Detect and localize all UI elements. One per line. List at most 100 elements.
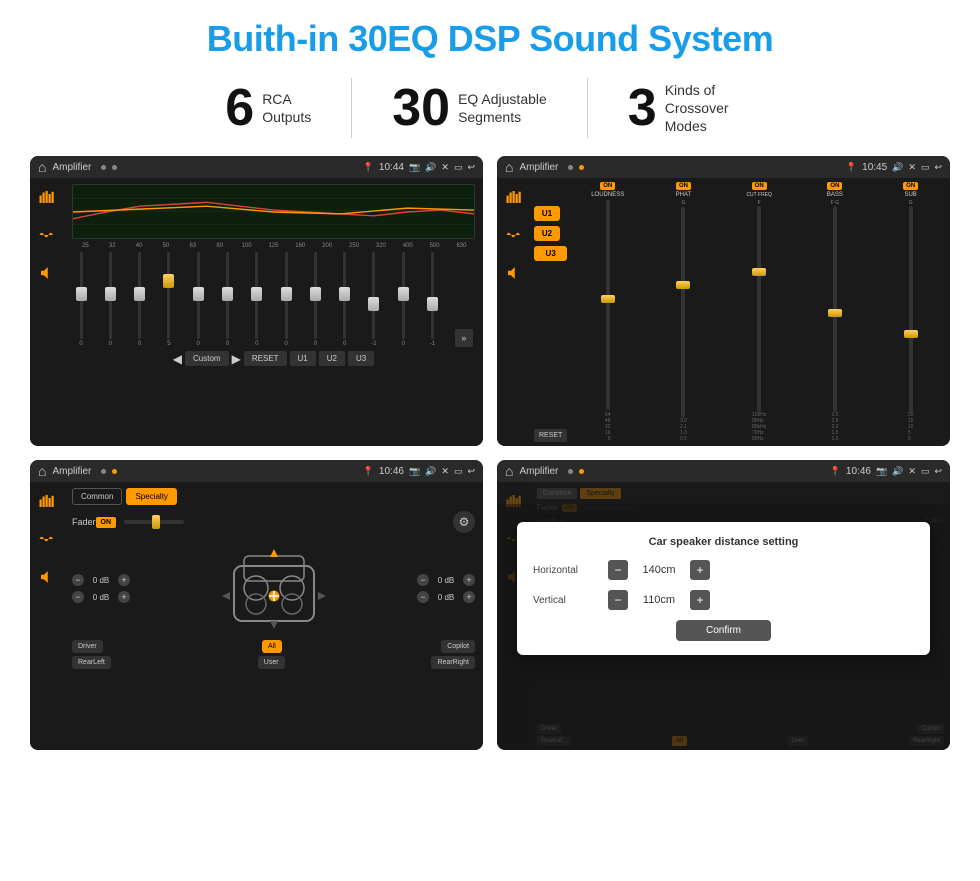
freq-50: 50 <box>153 243 180 249</box>
eq-slider-8[interactable]: 0 <box>308 252 322 347</box>
home-icon-3[interactable]: ⌂ <box>38 463 46 479</box>
wave-icon-3[interactable] <box>36 528 58 550</box>
loudness-slider[interactable] <box>606 200 610 410</box>
fl-plus[interactable]: + <box>118 574 130 586</box>
fl-minus[interactable]: − <box>72 574 84 586</box>
preset-u1[interactable]: U1 <box>534 206 560 221</box>
btn-rearleft[interactable]: RearLeft <box>72 656 111 669</box>
wave-icon[interactable] <box>36 224 58 246</box>
dot-4b <box>579 469 584 474</box>
home-icon-4[interactable]: ⌂ <box>505 463 513 479</box>
dot-1b <box>112 165 117 170</box>
eq-slider-5[interactable]: 0 <box>220 252 234 347</box>
sub-on[interactable]: ON <box>903 182 918 190</box>
tab-common-3[interactable]: Common <box>72 488 122 505</box>
eq-icon[interactable] <box>36 186 58 208</box>
channel-phat: ON PHAT G 3.02.11.30.5 <box>647 182 720 442</box>
eq-slider-6[interactable]: 0 <box>250 252 264 347</box>
eq-u1-button[interactable]: U1 <box>290 351 316 366</box>
eq-more-button[interactable]: » <box>455 329 473 347</box>
cutfreq-scale: 100Hz90Hz80kHz70Hz60Hz <box>752 412 766 442</box>
vol-icon-3: 🔊 <box>425 466 436 477</box>
sub-slider[interactable] <box>909 206 913 412</box>
eq-slider-12[interactable]: -1 <box>426 252 440 347</box>
loudness-on[interactable]: ON <box>600 182 615 190</box>
amplifier-title-4: Amplifier <box>519 466 558 477</box>
back-icon-1: ↩ <box>467 162 475 173</box>
rr-minus[interactable]: − <box>417 591 429 603</box>
eq-slider-10[interactable]: -1 <box>367 252 381 347</box>
confirm-button[interactable]: Confirm <box>676 620 771 641</box>
horizontal-plus[interactable]: + <box>690 560 710 580</box>
preset-u2[interactable]: U2 <box>534 226 560 241</box>
reset-btn-2[interactable]: RESET <box>534 429 567 442</box>
stat-eq: 30 EQ AdjustableSegments <box>352 82 587 134</box>
rl-minus[interactable]: − <box>72 591 84 603</box>
eq-icon-3[interactable] <box>36 490 58 512</box>
home-icon-2[interactable]: ⌂ <box>505 159 513 175</box>
eq-slider-11[interactable]: 0 <box>396 252 410 347</box>
fr-plus[interactable]: + <box>463 574 475 586</box>
close-icon-1: ✕ <box>441 162 449 173</box>
phat-on[interactable]: ON <box>676 182 691 190</box>
fr-minus[interactable]: − <box>417 574 429 586</box>
wave-icon-2[interactable] <box>503 224 525 246</box>
vertical-plus[interactable]: + <box>690 590 710 610</box>
eq-u2-button[interactable]: U2 <box>319 351 345 366</box>
time-2: 10:45 <box>862 162 887 173</box>
eq-slider-9[interactable]: 0 <box>338 252 352 347</box>
btn-driver[interactable]: Driver <box>72 640 103 653</box>
eq-slider-0[interactable]: 0 <box>74 252 88 347</box>
statusbar-2: ⌂ Amplifier 📍 10:45 🔊 ✕ ▭ ↩ <box>497 156 950 178</box>
eq-slider-1[interactable]: 0 <box>103 252 117 347</box>
eq-slider-4[interactable]: 0 <box>191 252 205 347</box>
phat-slider[interactable] <box>681 207 685 418</box>
channel-sub: ON SUB G 20151050 <box>874 182 947 442</box>
cutfreq-slider[interactable] <box>757 206 761 412</box>
speakers-left: − 0 dB + − 0 dB + <box>72 574 130 603</box>
dialog-horizontal-row: Horizontal − 140cm + <box>533 560 914 580</box>
location-icon-1: 📍 <box>363 162 374 173</box>
eq-slider-2[interactable]: 0 <box>133 252 147 347</box>
eq-u3-button[interactable]: U3 <box>348 351 374 366</box>
settings-icon-3[interactable]: ⚙ <box>453 511 475 533</box>
eq-icon-2[interactable] <box>503 186 525 208</box>
freq-32: 32 <box>99 243 126 249</box>
screen-fader: ⌂ Amplifier 📍 10:46 📷 🔊 ✕ ▭ ↩ <box>30 460 483 750</box>
btn-copilot[interactable]: Copilot <box>441 640 475 653</box>
speaker-icon-3[interactable] <box>36 566 58 588</box>
vol-icon-4: 🔊 <box>892 466 903 477</box>
fader-slider[interactable] <box>124 520 184 524</box>
horizontal-minus[interactable]: − <box>608 560 628 580</box>
home-icon[interactable]: ⌂ <box>38 159 46 175</box>
btn-all[interactable]: All <box>262 640 282 653</box>
screen-body-2: U1 U2 U3 RESET ON LOUDNESS <box>497 178 950 446</box>
btn-rearright[interactable]: RearRight <box>431 656 475 669</box>
bass-on[interactable]: ON <box>827 182 842 190</box>
freq-labels: 25 32 40 50 63 80 100 125 160 200 250 32… <box>72 243 475 249</box>
eq-slider-7[interactable]: 0 <box>279 252 293 347</box>
rl-plus[interactable]: + <box>118 591 130 603</box>
eq-next-button[interactable]: ▶ <box>232 352 241 366</box>
preset-u3[interactable]: U3 <box>534 246 567 261</box>
rr-plus[interactable]: + <box>463 591 475 603</box>
eq-graph <box>72 184 475 239</box>
eq-reset-button[interactable]: RESET <box>244 351 287 366</box>
btn-user[interactable]: User <box>258 656 285 669</box>
dialog-vertical-row: Vertical − 110cm + <box>533 590 914 610</box>
rect-icon-3: ▭ <box>454 466 463 477</box>
eq-prev-button[interactable]: ◀ <box>173 352 182 366</box>
bass-slider[interactable] <box>833 206 837 412</box>
cutfreq-on[interactable]: ON <box>752 182 767 190</box>
dsp-channels: ON LOUDNESS 644832160 ON P <box>571 182 947 442</box>
freq-80: 80 <box>206 243 233 249</box>
eq-custom-button[interactable]: Custom <box>185 351 229 366</box>
speaker-icon[interactable] <box>36 262 58 284</box>
cutfreq-label: CUT FREQ <box>746 192 771 198</box>
stat-crossover: 3 Kinds ofCrossover Modes <box>588 81 795 136</box>
vertical-minus[interactable]: − <box>608 590 628 610</box>
phat-scale: 3.02.11.30.5 <box>680 418 687 442</box>
eq-slider-3[interactable]: 5 <box>162 252 176 347</box>
tab-specialty-3[interactable]: Specialty <box>126 488 176 505</box>
speaker-icon-2[interactable] <box>503 262 525 284</box>
